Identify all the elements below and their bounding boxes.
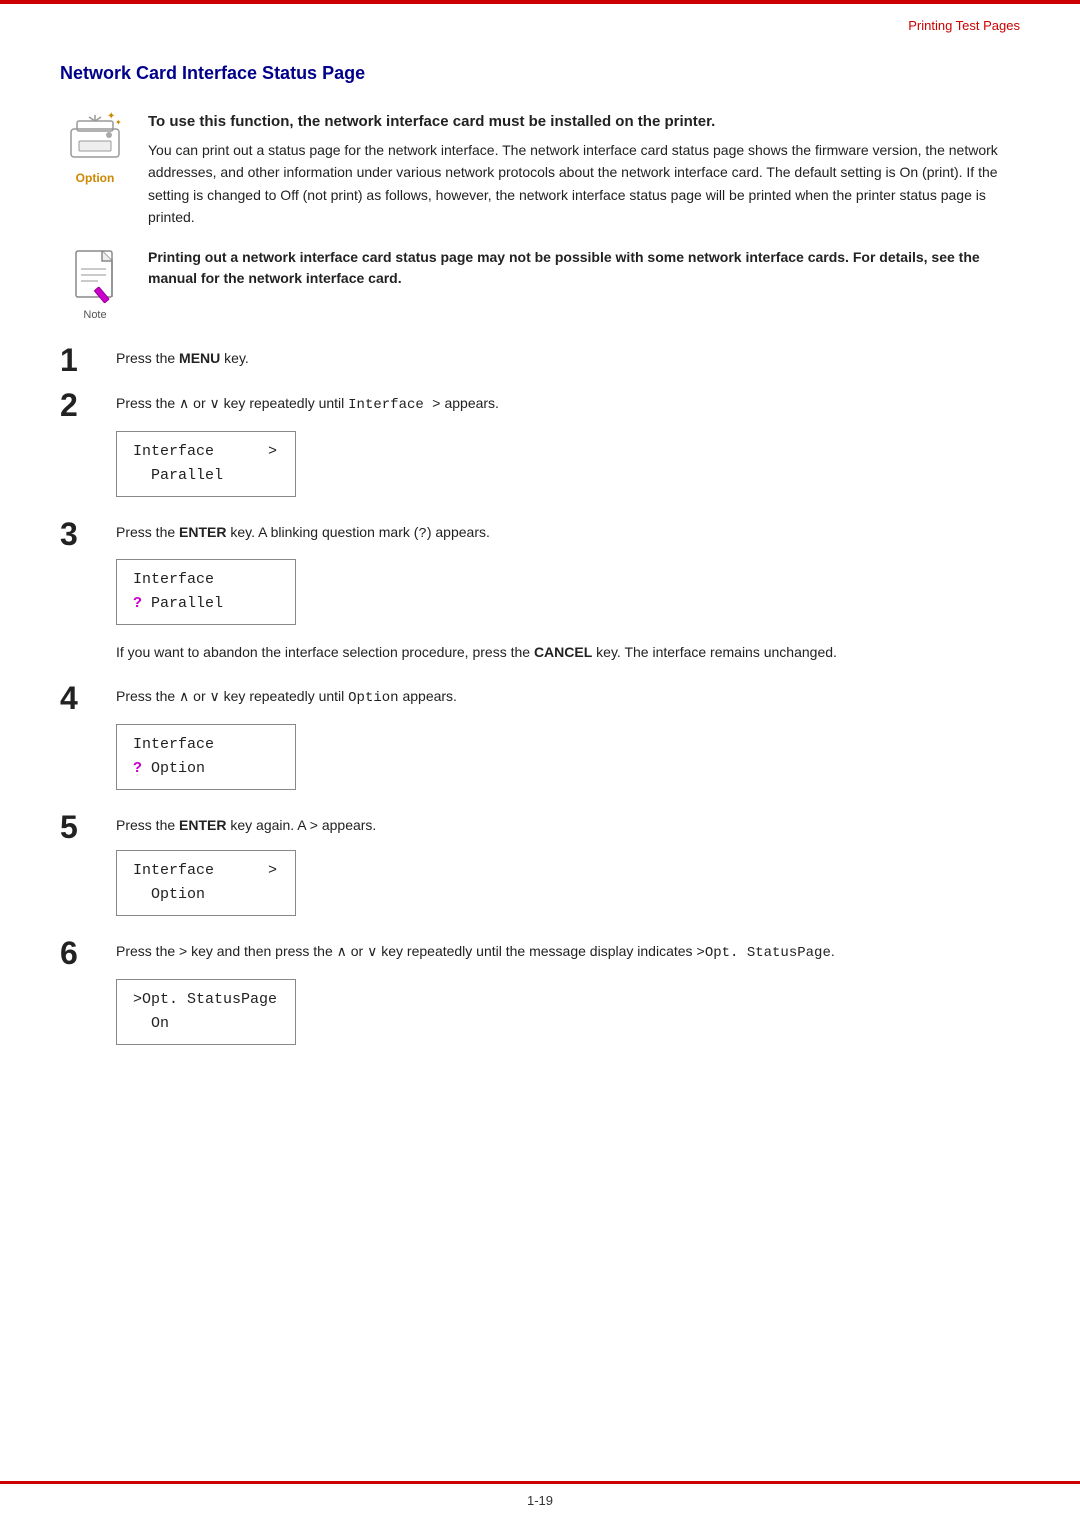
note-bold-text: Printing out a network interface card st… (148, 247, 1020, 289)
step-1-number: 1 (60, 343, 116, 378)
steps-area: 1 Press the MENU key. 2 Press the ∧ or ∨… (60, 347, 1020, 1055)
step-6-number: 6 (60, 936, 116, 971)
step-2-lcd: Interface > Parallel (116, 431, 296, 497)
step-1-menu-bold: MENU (179, 350, 220, 366)
option-printer-icon: ✦ ✦ (65, 111, 125, 167)
page-header: Printing Test Pages (0, 4, 1080, 40)
step-5-lcd-line1: Interface > (133, 859, 279, 883)
step-3-lcd-line2: ? Parallel (133, 592, 279, 616)
step-3-text: Press the ENTER key. A blinking question… (116, 521, 1020, 545)
section-heading: Network Card Interface Status Page (60, 60, 1020, 87)
step-4-mono: Option (348, 690, 398, 706)
step-6-lcd: >Opt. StatusPage On (116, 979, 296, 1045)
footer-page-number: 1-19 (0, 1491, 1080, 1511)
step-5-content: Press the ENTER key again. A > appears. … (116, 814, 1020, 926)
note-text-block: Printing out a network interface card st… (148, 247, 1020, 295)
svg-text:✦: ✦ (115, 118, 122, 127)
option-body-text: You can print out a status page for the … (148, 139, 1020, 229)
step-6: 6 Press the > key and then press the ∧ o… (60, 940, 1020, 1054)
step-5-text: Press the ENTER key again. A > appears. (116, 814, 1020, 836)
option-intro-block: ✦ ✦ Option To use this function, the net… (60, 111, 1020, 229)
step-5-enter-bold: ENTER (179, 817, 226, 833)
step-3-enter-bold: ENTER (179, 524, 226, 540)
step-3-number: 3 (60, 517, 116, 552)
step-3-cursor: ? (133, 595, 142, 612)
step-3-qmark: ? (418, 526, 426, 542)
step-2-mono: Interface > (348, 397, 440, 413)
step-4-text: Press the ∧ or ∨ key repeatedly until Op… (116, 685, 1020, 709)
step-4: 4 Press the ∧ or ∨ key repeatedly until … (60, 685, 1020, 799)
step-5-lcd-line2: Option (133, 883, 279, 907)
step-4-number: 4 (60, 681, 116, 716)
step-1-content: Press the MENU key. (116, 347, 1020, 377)
step-6-text: Press the > key and then press the ∧ or … (116, 940, 1020, 964)
step-3-note-text: If you want to abandon the interface sel… (116, 641, 1020, 663)
step-3-content: Press the ENTER key. A blinking question… (116, 521, 1020, 672)
step-2: 2 Press the ∧ or ∨ key repeatedly until … (60, 392, 1020, 506)
step-6-lcd-line1: >Opt. StatusPage (133, 988, 279, 1012)
step-2-content: Press the ∧ or ∨ key repeatedly until In… (116, 392, 1020, 506)
main-content: Network Card Interface Status Page ✦ ✦ (0, 40, 1080, 1129)
step-2-text: Press the ∧ or ∨ key repeatedly until In… (116, 392, 1020, 416)
step-6-mono: >Opt. StatusPage (696, 945, 830, 961)
step-5-lcd: Interface > Option (116, 850, 296, 916)
step-4-lcd-line2: ? Option (133, 757, 279, 781)
step-6-content: Press the > key and then press the ∧ or … (116, 940, 1020, 1054)
step-3-lcd-line1: Interface (133, 568, 279, 592)
note-icon-box: Note (60, 247, 130, 324)
step-4-content: Press the ∧ or ∨ key repeatedly until Op… (116, 685, 1020, 799)
step-5: 5 Press the ENTER key again. A > appears… (60, 814, 1020, 926)
note-block: Note Printing out a network interface ca… (60, 247, 1020, 324)
step-5-number: 5 (60, 810, 116, 845)
option-label: Option (76, 169, 115, 187)
step-4-lcd: Interface ? Option (116, 724, 296, 790)
step-6-lcd-line2: On (133, 1012, 279, 1036)
step-3: 3 Press the ENTER key. A blinking questi… (60, 521, 1020, 672)
note-document-icon (68, 247, 123, 305)
footer-rule (0, 1481, 1080, 1484)
step-2-lcd-line1: Interface > (133, 440, 279, 464)
option-bold-intro: To use this function, the network interf… (148, 111, 1020, 134)
step-2-lcd-line2: Parallel (133, 464, 279, 488)
step-1-text: Press the MENU key. (116, 347, 1020, 369)
step-4-cursor: ? (133, 760, 142, 777)
note-label: Note (83, 307, 106, 324)
option-text-block: To use this function, the network interf… (148, 111, 1020, 229)
step-3-cancel-bold: CANCEL (534, 644, 592, 660)
header-title: Printing Test Pages (908, 16, 1020, 36)
step-1: 1 Press the MENU key. (60, 347, 1020, 378)
step-2-number: 2 (60, 388, 116, 423)
option-icon-box: ✦ ✦ Option (60, 111, 130, 187)
step-4-lcd-line1: Interface (133, 733, 279, 757)
step-3-lcd: Interface ? Parallel (116, 559, 296, 625)
